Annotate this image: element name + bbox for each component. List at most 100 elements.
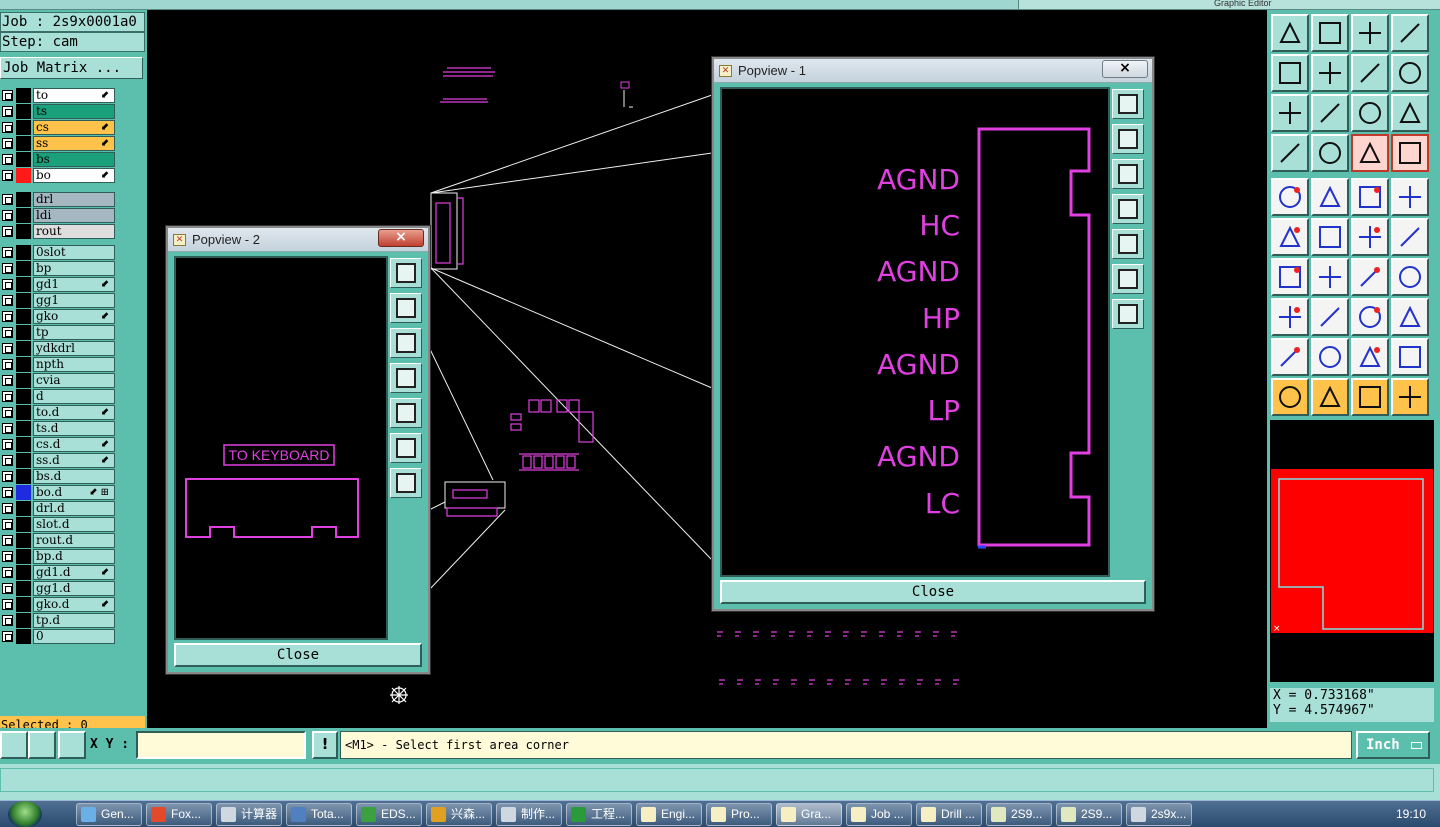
layer-color-swatch[interactable] <box>16 192 31 207</box>
connect-icon[interactable] <box>1271 218 1309 256</box>
layer-row[interactable]: ss.d ⬋ <box>0 452 118 468</box>
layer-checkbox[interactable] <box>2 247 13 258</box>
layer-checkbox[interactable] <box>2 263 13 274</box>
layer-row[interactable]: gko ⬋ <box>0 308 118 324</box>
layer-color-swatch[interactable] <box>16 104 31 119</box>
measure-icon[interactable] <box>28 731 56 759</box>
layer-name[interactable]: ss ⬋ <box>33 136 115 151</box>
job-matrix-button[interactable]: Job Matrix ... <box>0 57 143 79</box>
start-button[interactable] <box>8 801 42 827</box>
layer-checkbox[interactable] <box>2 194 13 205</box>
copy-icon[interactable] <box>1391 218 1429 256</box>
layer-color-swatch[interactable] <box>16 309 31 324</box>
layer-name[interactable]: bo ⬋ <box>33 168 115 183</box>
taskbar-item[interactable]: Gra... <box>776 803 842 826</box>
snap-icon[interactable] <box>1351 134 1389 172</box>
layer-row[interactable]: to.d ⬋ <box>0 404 118 420</box>
pv1-pan-down-icon[interactable] <box>1112 159 1144 189</box>
layer-checkbox[interactable] <box>2 295 13 306</box>
popview-1-close-x-button[interactable]: × <box>1102 60 1148 78</box>
layer-name[interactable]: to ⬋ <box>33 88 115 103</box>
add-line-icon[interactable] <box>1311 178 1349 216</box>
layer-name[interactable]: tp <box>33 325 115 340</box>
layer-checkbox[interactable] <box>2 90 13 101</box>
layer-color-swatch[interactable] <box>16 224 31 239</box>
layer-color-swatch[interactable] <box>16 485 31 500</box>
layer-name[interactable]: cvia <box>33 373 115 388</box>
home-icon[interactable] <box>1351 14 1389 52</box>
popview-1-viewport[interactable]: AGND HC AGND HP AGND LP AGND LC <box>720 87 1110 577</box>
delete-icon[interactable] <box>1311 218 1349 256</box>
pv1-pan-right-icon[interactable] <box>1112 229 1144 259</box>
layer-color-swatch[interactable] <box>16 629 31 644</box>
snap-icon[interactable] <box>0 731 28 759</box>
mirror-icon[interactable] <box>1351 54 1389 92</box>
layer-name[interactable]: tp.d <box>33 613 115 628</box>
add-shape-icon[interactable] <box>1271 298 1309 336</box>
layer-checkbox[interactable] <box>2 407 13 418</box>
layer-row[interactable]: gg1 <box>0 292 118 308</box>
pv2-zoom-in-icon[interactable] <box>390 433 422 463</box>
layer-row[interactable]: tp.d <box>0 612 118 628</box>
layer-color-swatch[interactable] <box>16 453 31 468</box>
layer-color-swatch[interactable] <box>16 357 31 372</box>
layer-checkbox[interactable] <box>2 170 13 181</box>
layer-name[interactable]: ts <box>33 104 115 119</box>
layer-name[interactable]: drl <box>33 192 115 207</box>
layer-checkbox[interactable] <box>2 551 13 562</box>
layer-checkbox[interactable] <box>2 327 13 338</box>
layer-row[interactable]: 0slot <box>0 244 118 260</box>
measure-icon[interactable] <box>1351 298 1389 336</box>
layer-name[interactable]: cs ⬋ <box>33 120 115 135</box>
layer-name[interactable]: gg1 <box>33 293 115 308</box>
pv2-pan-right-icon[interactable] <box>390 398 422 428</box>
layer-color-swatch[interactable] <box>16 469 31 484</box>
layer-name[interactable]: 0slot <box>33 245 115 260</box>
layer-color-swatch[interactable] <box>16 533 31 548</box>
zoom-box-icon[interactable] <box>1391 14 1429 52</box>
layer-name[interactable]: bo.d ⬋ ⊞ <box>33 485 115 500</box>
layer-color-swatch[interactable] <box>16 389 31 404</box>
layer-row[interactable]: tp <box>0 324 118 340</box>
layer-name[interactable]: gd1.d ⬋ <box>33 565 115 580</box>
taskbar-item[interactable]: 工程... <box>566 803 632 826</box>
popview-2-close-button[interactable]: Close <box>174 643 422 667</box>
layer-color-swatch[interactable] <box>16 405 31 420</box>
layer-row[interactable]: ydkdrl <box>0 340 118 356</box>
select-icon[interactable] <box>1271 378 1309 416</box>
taskbar-item[interactable]: Job ... <box>846 803 912 826</box>
layer-checkbox[interactable] <box>2 519 13 530</box>
layer-name[interactable]: d <box>33 389 115 404</box>
draw-arc-icon[interactable] <box>1311 258 1349 296</box>
layer-row[interactable]: bo ⬋ <box>0 167 118 183</box>
layer-row[interactable]: cs ⬋ <box>0 119 118 135</box>
layer-checkbox[interactable] <box>2 503 13 514</box>
text-b-icon[interactable] <box>1351 338 1389 376</box>
grid-icon[interactable] <box>1311 134 1349 172</box>
layer-checkbox[interactable] <box>2 311 13 322</box>
layer-row[interactable]: slot.d <box>0 516 118 532</box>
pv1-pan-up-icon[interactable] <box>1112 124 1144 154</box>
layer-checkbox[interactable] <box>2 279 13 290</box>
pv2-pan-left-icon[interactable] <box>390 363 422 393</box>
layer-name[interactable]: bs.d <box>33 469 115 484</box>
layer-checkbox[interactable] <box>2 226 13 237</box>
layer-name[interactable]: to.d ⬋ <box>33 405 115 420</box>
pv2-pan-up-icon[interactable] <box>390 293 422 323</box>
taskbar-item[interactable]: Gen... <box>76 803 142 826</box>
layer-checkbox[interactable] <box>2 359 13 370</box>
layer-color-swatch[interactable] <box>16 88 31 103</box>
layer-checkbox[interactable] <box>2 122 13 133</box>
layer-row[interactable]: gd1.d ⬋ <box>0 564 118 580</box>
layer-name[interactable]: gd1 ⬋ <box>33 277 115 292</box>
layer-color-swatch[interactable] <box>16 373 31 388</box>
pan-down-icon[interactable] <box>1311 14 1349 52</box>
layer-color-swatch[interactable] <box>16 120 31 135</box>
layer-checkbox[interactable] <box>2 391 13 402</box>
layer-checkbox[interactable] <box>2 567 13 578</box>
taskbar-item[interactable]: Drill ... <box>916 803 982 826</box>
rotate-icon[interactable] <box>1351 258 1389 296</box>
layer-color-swatch[interactable] <box>16 501 31 516</box>
grid-icon[interactable] <box>58 731 86 759</box>
layer-name[interactable]: rout <box>33 224 115 239</box>
